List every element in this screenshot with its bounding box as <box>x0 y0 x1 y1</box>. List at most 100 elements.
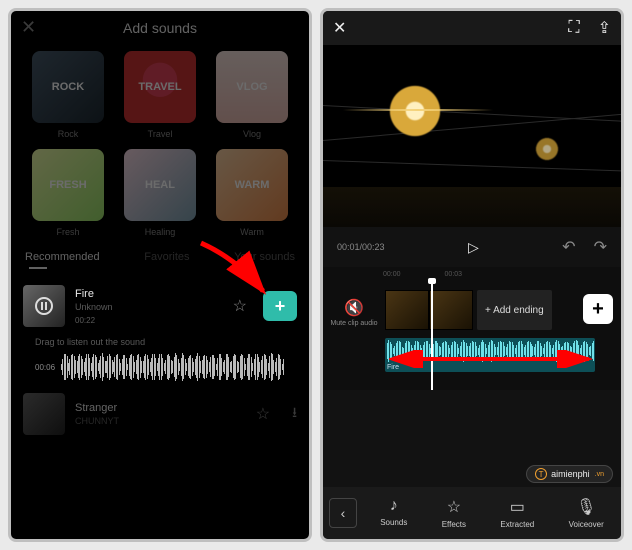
editor-top-bar: ✕ ⛶ ⇪ <box>323 11 621 45</box>
microphone-icon: 🎙 <box>576 497 596 517</box>
tab-your-sounds[interactable]: Your sounds <box>234 251 295 263</box>
video-thumb <box>385 290 429 330</box>
playback-time: 00:01/00:23 <box>337 242 385 252</box>
redo-icon[interactable]: ↷ <box>594 237 607 257</box>
tool-sounds[interactable]: ♪ Sounds <box>380 497 407 529</box>
ruler-mark: 00:00 <box>383 271 401 278</box>
category-healing-label: Healing <box>145 227 176 237</box>
track-fire-artist: Unknown <box>75 302 223 312</box>
playback-bar: 00:01/00:23 ▷ ↶ ↷ <box>323 227 621 267</box>
track-list: Fire Unknown 00:22 ☆ + Drag to listen ou… <box>11 269 309 441</box>
playback-buttons: ↶ ↷ <box>562 237 607 257</box>
mute-clip-label: Mute clip audio <box>329 320 379 328</box>
category-vlog[interactable]: VLOG Vlog <box>211 51 293 139</box>
add-sounds-screen: ✕ Add sounds ROCK Rock TRAVEL Travel VLO… <box>8 8 312 542</box>
undo-icon[interactable]: ↶ <box>562 237 575 257</box>
category-fresh[interactable]: FRESH Fresh <box>27 149 109 237</box>
tabs: Recommended Favorites Your sounds <box>11 237 309 263</box>
preview-wire <box>323 105 621 123</box>
watermark-pill: T aimienphi .vn <box>526 465 613 483</box>
track-fire-name: Fire <box>75 288 223 300</box>
category-rock-cover: ROCK <box>32 51 104 123</box>
star-icon: ☆ <box>447 497 461 517</box>
add-ending-button[interactable]: + Add ending <box>477 290 552 330</box>
category-healing[interactable]: HEAL Healing <box>119 149 201 237</box>
timeline-ruler: 00:00 00:03 <box>323 267 621 280</box>
preview-lamp <box>383 79 447 143</box>
category-healing-cover: HEAL <box>124 149 196 221</box>
category-vlog-cover: VLOG <box>216 51 288 123</box>
add-track-button[interactable]: + <box>263 291 297 321</box>
preview-wire <box>323 112 621 141</box>
video-track[interactable] <box>385 290 473 330</box>
drag-hint: Drag to listen out the sound <box>23 333 297 347</box>
add-clip-button[interactable]: + <box>583 294 613 324</box>
watermark-suffix: .vn <box>595 471 604 478</box>
video-thumb <box>429 290 473 330</box>
dimmed-track-stranger: Stranger CHUNNYT ☆ ⭳ <box>23 387 297 441</box>
tool-voiceover[interactable]: 🎙 Voiceover <box>569 497 604 529</box>
pause-icon[interactable] <box>35 297 53 315</box>
playhead[interactable] <box>431 280 433 390</box>
category-travel[interactable]: TRAVEL Travel <box>119 51 201 139</box>
track-stranger-cover <box>23 393 65 435</box>
download-icon[interactable]: ⭳ <box>292 402 297 426</box>
watermark: T aimienphi .vn <box>526 465 613 483</box>
waveform-row[interactable]: 00:06 <box>23 347 297 387</box>
category-warm-label: Warm <box>240 227 264 237</box>
preview-ground <box>323 187 621 227</box>
mute-clip-audio-button[interactable]: 🔇 Mute clip audio <box>329 298 379 328</box>
track-stranger-meta: Stranger CHUNNYT <box>75 402 246 426</box>
tools: ♪ Sounds ☆ Effects ▭ Extracted 🎙 Voiceov… <box>363 497 621 529</box>
tool-voiceover-label: Voiceover <box>569 520 604 529</box>
close-icon[interactable]: ✕ <box>333 18 346 38</box>
fullscreen-icon[interactable]: ⛶ <box>568 19 579 37</box>
category-grid: ROCK Rock TRAVEL Travel VLOG Vlog FRESH … <box>11 45 309 237</box>
watermark-text: aimienphi <box>551 469 590 479</box>
ruler-mark: 00:03 <box>445 271 463 278</box>
video-editor-screen: ✕ ⛶ ⇪ 00:01/00:23 ▷ ↶ ↷ 00:00 00:03 🔇 Mu… <box>320 8 624 542</box>
watermark-badge-icon: T <box>535 468 547 480</box>
preview-wire <box>323 160 621 172</box>
category-rock[interactable]: ROCK Rock <box>27 51 109 139</box>
close-icon[interactable]: ✕ <box>21 17 36 38</box>
music-note-icon: ♪ <box>390 497 398 515</box>
favorite-star-icon[interactable]: ☆ <box>256 404 270 424</box>
tool-effects[interactable]: ☆ Effects <box>442 497 466 529</box>
track-stranger[interactable]: Stranger CHUNNYT ☆ ⭳ <box>23 387 297 441</box>
tool-extracted[interactable]: ▭ Extracted <box>500 497 534 529</box>
preview-flare <box>343 109 493 111</box>
category-warm[interactable]: WARM Warm <box>211 149 293 237</box>
play-icon[interactable]: ▷ <box>468 239 479 256</box>
speaker-mute-icon: 🔇 <box>329 298 379 318</box>
category-vlog-label: Vlog <box>243 129 261 139</box>
category-rock-label: Rock <box>58 129 79 139</box>
category-fresh-cover: FRESH <box>32 149 104 221</box>
back-button[interactable]: ‹ <box>329 498 357 528</box>
category-travel-label: Travel <box>148 129 173 139</box>
category-warm-cover: WARM <box>216 149 288 221</box>
bottom-toolbar: ‹ ♪ Sounds ☆ Effects ▭ Extracted 🎙 Voice… <box>323 487 621 539</box>
add-ending-label: + Add ending <box>485 305 544 316</box>
tab-recommended[interactable]: Recommended <box>25 251 100 263</box>
export-icon[interactable]: ⇪ <box>598 18 611 38</box>
page-title: Add sounds <box>123 20 197 36</box>
header: ✕ Add sounds <box>11 11 309 45</box>
track-fire-cover <box>23 285 65 327</box>
tool-sounds-label: Sounds <box>380 518 407 527</box>
tool-extracted-label: Extracted <box>500 520 534 529</box>
dimmed-content: ✕ Add sounds ROCK Rock TRAVEL Travel VLO… <box>11 11 309 269</box>
preview-lamp <box>533 135 561 163</box>
favorite-star-icon[interactable]: ☆ <box>233 296 247 316</box>
instruction-double-arrow-icon <box>389 350 599 373</box>
category-fresh-label: Fresh <box>56 227 79 237</box>
track-fire-duration: 00:22 <box>75 316 223 325</box>
waveform[interactable] <box>61 353 285 381</box>
waveform-time: 00:06 <box>35 363 55 372</box>
tab-favorites[interactable]: Favorites <box>144 251 189 263</box>
timeline[interactable]: 🔇 Mute clip audio + Add ending + Fire <box>323 280 621 390</box>
track-stranger-artist: CHUNNYT <box>75 416 246 426</box>
category-travel-cover: TRAVEL <box>124 51 196 123</box>
video-preview[interactable] <box>323 45 621 227</box>
track-fire[interactable]: Fire Unknown 00:22 ☆ + <box>23 279 297 333</box>
